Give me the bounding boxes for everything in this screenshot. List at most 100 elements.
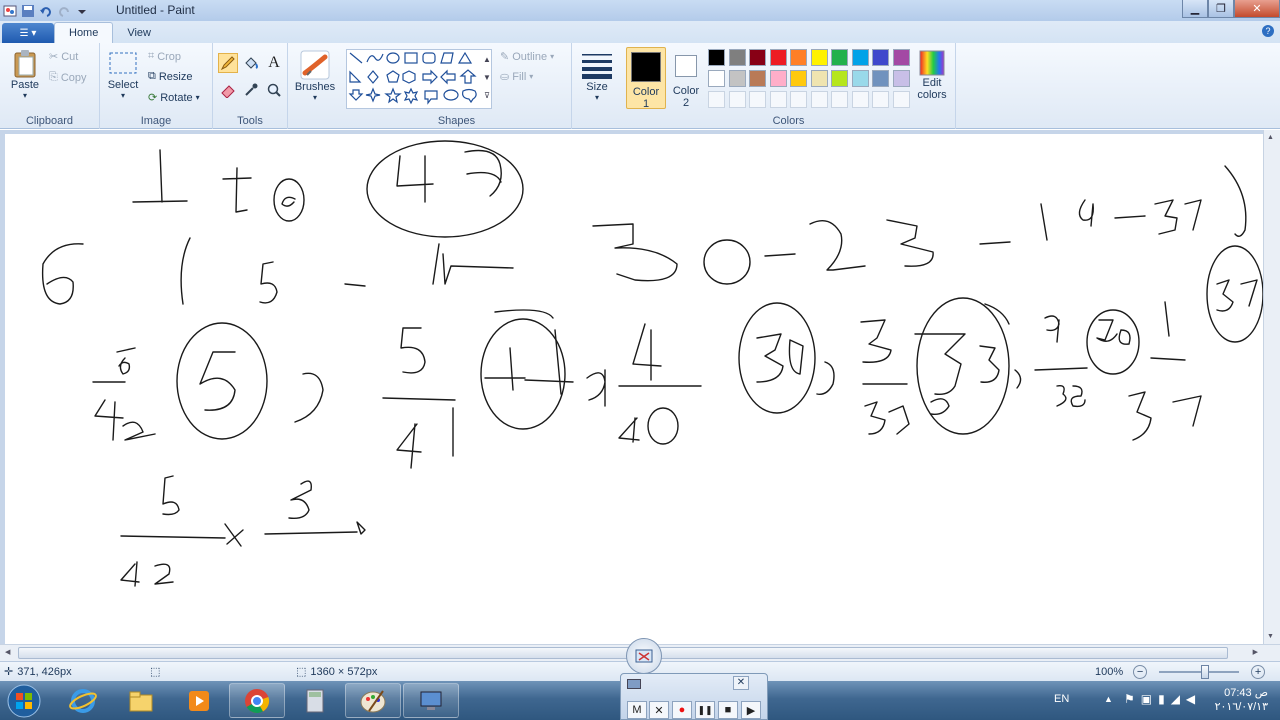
fill-bucket-icon	[245, 57, 258, 69]
fill-button[interactable]: ⛀ Fill ▾	[500, 70, 533, 84]
vertical-scrollbar[interactable]: ▲ ▼	[1263, 130, 1280, 644]
palette-swatch[interactable]	[708, 49, 725, 66]
taskbar-ie[interactable]	[55, 683, 111, 718]
palette-swatch[interactable]	[810, 49, 828, 66]
pencil-tool-button[interactable]	[218, 53, 238, 73]
scroll-right-icon[interactable]: ▶	[1253, 648, 1258, 656]
custom-color-slot[interactable]	[810, 91, 828, 108]
custom-color-slot[interactable]	[790, 91, 807, 108]
palette-swatch[interactable]	[790, 70, 807, 87]
taskbar-network[interactable]	[403, 683, 459, 718]
clock[interactable]: 07:43 ص ٢٠١٦/٠٧/١٣	[1215, 686, 1268, 714]
palette-swatch[interactable]	[728, 70, 746, 87]
edit-colors-button[interactable]: Edit colors	[912, 49, 952, 101]
palette-swatch[interactable]	[749, 70, 766, 87]
palette-swatch[interactable]	[892, 49, 910, 66]
recorder-play-button[interactable]: ▶	[741, 701, 761, 719]
select-button[interactable]: Select ▾	[106, 49, 140, 100]
color-picker-button[interactable]	[241, 80, 261, 100]
magnifier-button[interactable]	[264, 80, 284, 100]
tray-icons[interactable]: ⚑▣▮◢◀	[1124, 692, 1201, 706]
paint-menu-button[interactable]: ☰ ▾	[2, 23, 54, 43]
cut-button[interactable]: ✂ Cut	[49, 50, 78, 64]
customize-qat-icon[interactable]	[74, 3, 90, 19]
redo-icon[interactable]	[56, 3, 72, 19]
palette-swatch[interactable]	[728, 49, 746, 66]
zoom-in-button[interactable]: +	[1251, 665, 1266, 679]
color1-button[interactable]: Color 1	[626, 47, 666, 110]
crop-button[interactable]: ⌗ Crop	[148, 50, 181, 63]
minimize-button[interactable]: ▁	[1182, 0, 1208, 18]
custom-color-slot[interactable]	[728, 91, 746, 108]
zoom-slider-thumb[interactable]	[1200, 665, 1209, 679]
custom-color-slot[interactable]	[851, 91, 869, 108]
palette-swatch[interactable]	[831, 49, 848, 66]
resize-button[interactable]: ⧉ Resize	[148, 70, 192, 83]
palette-swatch[interactable]	[872, 70, 889, 87]
palette-swatch[interactable]	[790, 49, 807, 66]
save-icon[interactable]	[20, 3, 36, 19]
palette-swatch[interactable]	[769, 70, 787, 87]
palette-swatch[interactable]	[892, 70, 910, 87]
start-button[interactable]	[4, 682, 44, 720]
language-indicator[interactable]: EN	[1054, 693, 1069, 705]
color2-button[interactable]: Color 2	[668, 47, 704, 109]
tray-expand-icon[interactable]: ▲	[1104, 694, 1113, 704]
fill-tool-button[interactable]	[241, 53, 261, 73]
close-button[interactable]: ✕	[1234, 0, 1280, 18]
text-tool-button[interactable]: A	[264, 53, 284, 73]
color1-number: 1	[642, 98, 650, 110]
palette-swatch[interactable]	[708, 70, 725, 87]
palette-swatch[interactable]	[872, 49, 889, 66]
custom-color-slot[interactable]	[708, 91, 725, 108]
brushes-button[interactable]: Brushes ▾	[294, 49, 336, 102]
paint-app-icon[interactable]	[2, 3, 18, 19]
palette-swatch[interactable]	[810, 70, 828, 87]
custom-color-slot[interactable]	[749, 91, 766, 108]
scroll-up-icon[interactable]: ▲	[1267, 134, 1274, 141]
custom-color-slot[interactable]	[892, 91, 910, 108]
recorder-mark-button[interactable]: M	[627, 701, 647, 719]
recorder-pause-button[interactable]: ❚❚	[695, 701, 715, 719]
copy-button[interactable]: ⎘ Copy	[49, 71, 87, 84]
undo-icon[interactable]	[38, 3, 54, 19]
custom-color-slot[interactable]	[769, 91, 787, 108]
recorder-cancel-button[interactable]: ✕	[649, 701, 669, 719]
fill-label: Fill	[512, 70, 527, 83]
scroll-left-icon[interactable]: ◀	[5, 648, 10, 656]
taskbar-calculator[interactable]	[287, 683, 343, 718]
shapes-scroll[interactable]: ▲ ▼ ⊽	[482, 51, 492, 107]
shapes-gallery[interactable]	[346, 49, 492, 109]
taskbar-paint[interactable]	[345, 683, 401, 718]
palette-swatch[interactable]	[749, 49, 766, 66]
tab-home[interactable]: Home	[54, 22, 114, 43]
paste-button[interactable]: Paste ▾	[8, 49, 42, 100]
recorder-stop-button[interactable]: ■	[718, 701, 738, 719]
taskbar-explorer[interactable]	[113, 683, 169, 718]
outline-button[interactable]: ✎ Outline ▾	[500, 50, 554, 64]
rotate-button[interactable]: ⟳ Rotate ▾	[148, 91, 200, 105]
zoom-slider[interactable]	[1159, 665, 1240, 679]
quick-access-toolbar	[0, 3, 90, 19]
recorder-record-button[interactable]: ●	[672, 701, 692, 719]
palette-swatch[interactable]	[851, 49, 869, 66]
palette-swatch[interactable]	[851, 70, 869, 87]
help-icon[interactable]: ?	[1262, 25, 1274, 37]
recorder-close-button[interactable]: ✕	[733, 676, 749, 690]
drawing-canvas[interactable]	[5, 134, 1264, 644]
custom-color-slot[interactable]	[831, 91, 848, 108]
custom-color-slot[interactable]	[872, 91, 889, 108]
title-bar: Untitled - Paint ▁ ❐ ✕	[0, 0, 1280, 21]
size-button[interactable]: Size ▾	[579, 49, 615, 102]
zoom-out-button[interactable]: −	[1133, 665, 1148, 679]
taskbar-chrome[interactable]	[229, 683, 285, 718]
tab-view[interactable]: View	[113, 22, 165, 43]
eraser-tool-button[interactable]	[218, 80, 238, 100]
palette-swatch[interactable]	[769, 49, 787, 66]
recorder-pin[interactable]	[626, 638, 662, 674]
scroll-down-icon[interactable]: ▼	[1267, 633, 1274, 640]
horizontal-scroll-thumb[interactable]	[18, 647, 1228, 659]
palette-swatch[interactable]	[831, 70, 848, 87]
maximize-button[interactable]: ❐	[1208, 0, 1234, 18]
taskbar-media[interactable]	[171, 683, 227, 718]
